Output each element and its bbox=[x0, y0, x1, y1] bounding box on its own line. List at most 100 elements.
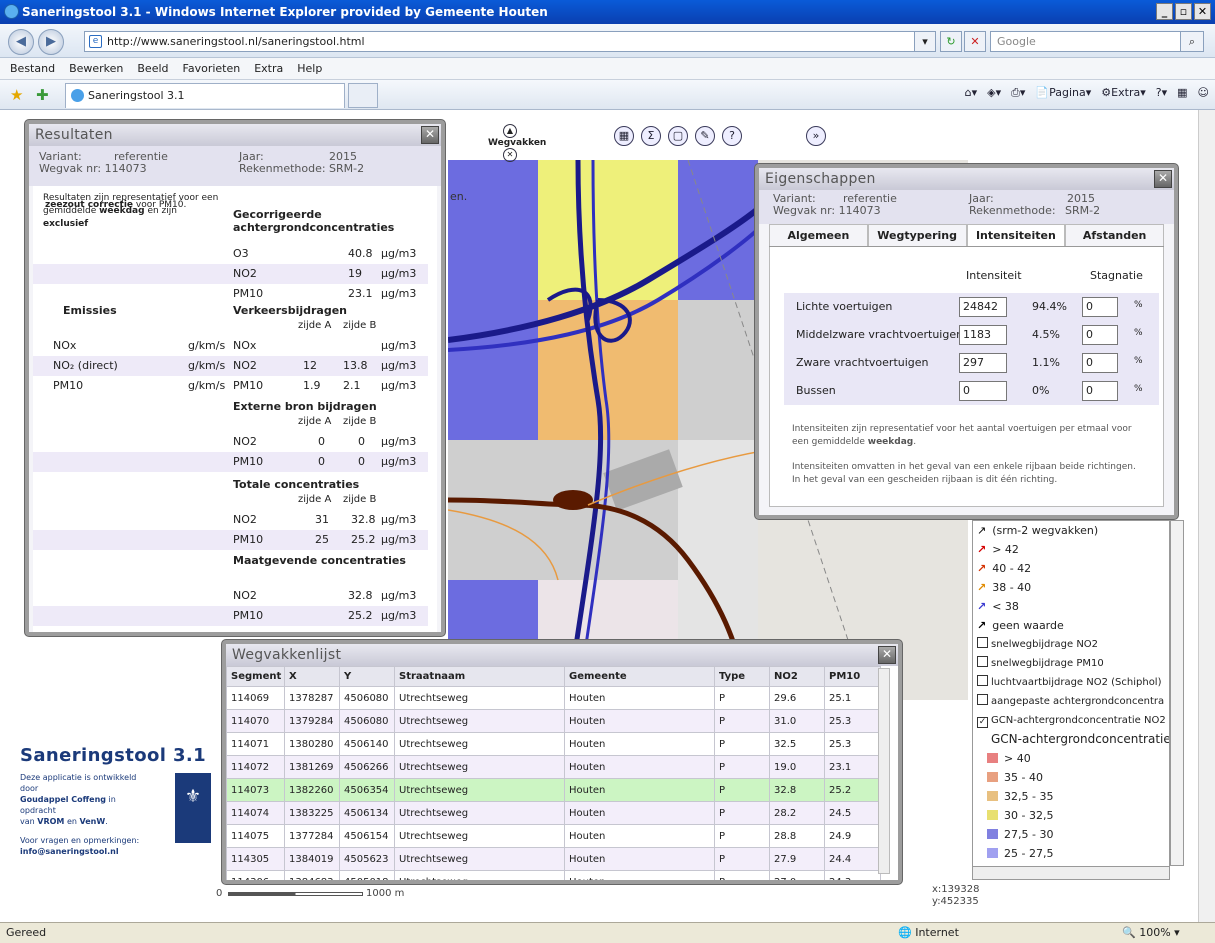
table-row[interactable]: 114070 1379284 4506080 Utrechtseweg Houten P 3… bbox=[226, 709, 881, 733]
legend-vscrollbar[interactable] bbox=[1170, 520, 1184, 866]
layer-checkbox[interactable] bbox=[977, 656, 988, 667]
column-header[interactable]: NO2 bbox=[769, 666, 825, 687]
intensiteit-row: Zware vrachtvoertuigen 297 1.1% 0% bbox=[784, 349, 1159, 377]
tab-algemeen[interactable]: Algemeen bbox=[769, 224, 868, 246]
intensiteit-input[interactable]: 1183 bbox=[959, 325, 1007, 345]
result-cell: NO2 bbox=[233, 589, 257, 602]
eigenschappen-close-button[interactable]: ✕ bbox=[1154, 170, 1172, 188]
document-tool-icon[interactable]: ▢ bbox=[668, 126, 688, 146]
sum-tool-icon[interactable]: Σ bbox=[641, 126, 661, 146]
stagnatie-input[interactable]: 0 bbox=[1082, 325, 1118, 345]
layer-checkbox[interactable] bbox=[977, 694, 988, 705]
layer-checkbox[interactable] bbox=[977, 675, 988, 686]
search-input[interactable]: Google bbox=[990, 31, 1200, 52]
table-row[interactable]: 114069 1378287 4506080 Utrechtseweg Houten P 2… bbox=[226, 686, 881, 710]
pagina-menu[interactable]: 📄Pagina▾ bbox=[1035, 86, 1091, 100]
table-row[interactable]: 114305 1384019 4505623 Utrechtseweg Houten P 2… bbox=[226, 847, 881, 871]
url-dropdown-icon[interactable]: ▾ bbox=[914, 31, 936, 52]
legend-hscrollbar[interactable] bbox=[972, 866, 1170, 880]
feeds-icon[interactable]: ◈▾ bbox=[987, 86, 1001, 100]
legend-layer-toggle[interactable]: aangepaste achtergrondconcentra bbox=[973, 692, 1169, 711]
table-row[interactable]: 114073 1382260 4506354 Utrechtseweg Houten P 3… bbox=[226, 778, 881, 802]
forward-button[interactable]: ▶ bbox=[38, 29, 64, 55]
zijde-b-label-1: zijde B bbox=[343, 320, 377, 331]
legend-layer-toggle[interactable]: ✓ GCN-achtergrondconcentratie NO2 bbox=[973, 711, 1169, 730]
messenger-icon[interactable]: ☺ bbox=[1198, 86, 1209, 100]
resultaten-titlebar[interactable]: Resultaten bbox=[29, 124, 441, 146]
legend-layer-toggle[interactable]: luchtvaartbijdrage NO2 (Schiphol) bbox=[973, 673, 1169, 692]
browser-tab[interactable]: Saneringstool 3.1 bbox=[65, 83, 345, 108]
intensiteit-input[interactable]: 297 bbox=[959, 353, 1007, 373]
column-header[interactable]: X bbox=[284, 666, 340, 687]
result-cell: PM10 bbox=[233, 287, 264, 300]
page-scrollbar[interactable] bbox=[1198, 110, 1215, 922]
layer-checkbox[interactable]: ✓ bbox=[977, 717, 988, 728]
table-scrollbar[interactable] bbox=[878, 668, 890, 874]
menu-extra[interactable]: Extra bbox=[254, 62, 283, 75]
menu-beeld[interactable]: Beeld bbox=[137, 62, 168, 75]
print-icon[interactable]: ⎙▾ bbox=[1011, 86, 1025, 100]
table-row[interactable]: 114071 1380280 4506140 Utrechtseweg Houten P 3… bbox=[226, 732, 881, 756]
column-header[interactable]: Gemeente bbox=[564, 666, 715, 687]
favorites-star-icon[interactable]: ★ bbox=[10, 86, 23, 104]
legend-road-class: ↗ geen waarde bbox=[977, 619, 1064, 632]
eigenschappen-titlebar[interactable]: Eigenschappen bbox=[759, 168, 1174, 190]
wegvakkenlijst-close-button[interactable]: ✕ bbox=[878, 646, 896, 664]
road-glyph-icon: ↗ bbox=[977, 543, 987, 556]
back-button[interactable]: ◀ bbox=[8, 29, 34, 55]
column-header[interactable]: Segment bbox=[226, 666, 285, 687]
legend-layer-toggle[interactable]: snelwegbijdrage PM10 bbox=[973, 654, 1169, 673]
expand-tool-icon[interactable]: » bbox=[806, 126, 826, 146]
table-row[interactable]: 114075 1377284 4506154 Utrechtseweg Houten P 2… bbox=[226, 824, 881, 848]
column-header[interactable]: Type bbox=[714, 666, 770, 687]
tab-intensiteiten[interactable]: Intensiteiten bbox=[966, 224, 1066, 246]
stagnatie-input[interactable]: 0 bbox=[1082, 297, 1118, 317]
refresh-icon[interactable]: ↻ bbox=[940, 31, 962, 52]
research-icon[interactable]: ▦ bbox=[1177, 86, 1187, 100]
menu-favorieten[interactable]: Favorieten bbox=[183, 62, 241, 75]
result-row: NO2 31 32.8 µg/m3 bbox=[33, 510, 428, 530]
tab-afstanden[interactable]: Afstanden bbox=[1065, 224, 1164, 246]
column-header[interactable]: PM10 bbox=[824, 666, 881, 687]
e-rekenmethode-value: SRM-2 bbox=[1065, 204, 1101, 217]
intensiteit-input[interactable]: 24842 bbox=[959, 297, 1007, 317]
column-header[interactable]: Y bbox=[339, 666, 395, 687]
stagnatie-input[interactable]: 0 bbox=[1082, 353, 1118, 373]
tab-wegtypering[interactable]: Wegtypering bbox=[867, 224, 967, 246]
table-cell: 25.2 bbox=[824, 778, 881, 802]
stagnatie-input[interactable]: 0 bbox=[1082, 381, 1118, 401]
table-row[interactable]: 114072 1381269 4506266 Utrechtseweg Houten P 1… bbox=[226, 755, 881, 779]
close-window-button[interactable]: ✕ bbox=[1194, 3, 1211, 20]
table-row[interactable]: 11430613846834505018UtrechtsewegHoutenP2… bbox=[226, 870, 881, 880]
table-cell: 4506354 bbox=[339, 778, 395, 802]
zoom-level[interactable]: 🔍 100% ▾ bbox=[1122, 923, 1180, 943]
extra-menu[interactable]: ⚙Extra▾ bbox=[1101, 86, 1145, 100]
search-icon[interactable]: ⌕ bbox=[1180, 31, 1204, 52]
help-tool-icon[interactable]: ? bbox=[722, 126, 742, 146]
contact-email[interactable]: info@saneringstool.nl bbox=[20, 847, 119, 856]
resultaten-close-button[interactable]: ✕ bbox=[421, 126, 439, 144]
legend-layer-toggle[interactable]: snelwegbijdrage NO2 bbox=[973, 635, 1169, 654]
wrench-tool-icon[interactable]: ✎ bbox=[695, 126, 715, 146]
grid-tool-icon[interactable]: ▦ bbox=[614, 126, 634, 146]
maximize-button[interactable]: ▫ bbox=[1175, 3, 1192, 20]
home-icon[interactable]: ⌂▾ bbox=[965, 86, 978, 100]
help-icon[interactable]: ?▾ bbox=[1156, 86, 1167, 100]
wegvakken-tool[interactable]: ▲ Wegvakken ✕ bbox=[488, 124, 546, 162]
column-header[interactable]: Straatnaam bbox=[394, 666, 565, 687]
url-input[interactable]: e http://www.saneringstool.nl/saneringst… bbox=[84, 31, 934, 52]
table-cell: Houten bbox=[564, 709, 715, 733]
menu-help[interactable]: Help bbox=[297, 62, 322, 75]
menu-bestand[interactable]: Bestand bbox=[10, 62, 55, 75]
result-cell: 0 bbox=[318, 455, 325, 468]
table-row[interactable]: 114074 1383225 4506134 Utrechtseweg Houten P 2… bbox=[226, 801, 881, 825]
minimize-button[interactable]: _ bbox=[1156, 3, 1173, 20]
intensiteit-input[interactable]: 0 bbox=[959, 381, 1007, 401]
legend-road-class: ↗ 38 - 40 bbox=[977, 581, 1032, 594]
wegvakkenlijst-titlebar[interactable]: Wegvakkenlijst bbox=[226, 644, 898, 666]
add-favorite-icon[interactable]: ✚ bbox=[36, 86, 49, 104]
menu-bewerken[interactable]: Bewerken bbox=[69, 62, 123, 75]
layer-checkbox[interactable] bbox=[977, 637, 988, 648]
stop-icon[interactable]: ✕ bbox=[964, 31, 986, 52]
new-tab-button[interactable] bbox=[348, 83, 378, 108]
